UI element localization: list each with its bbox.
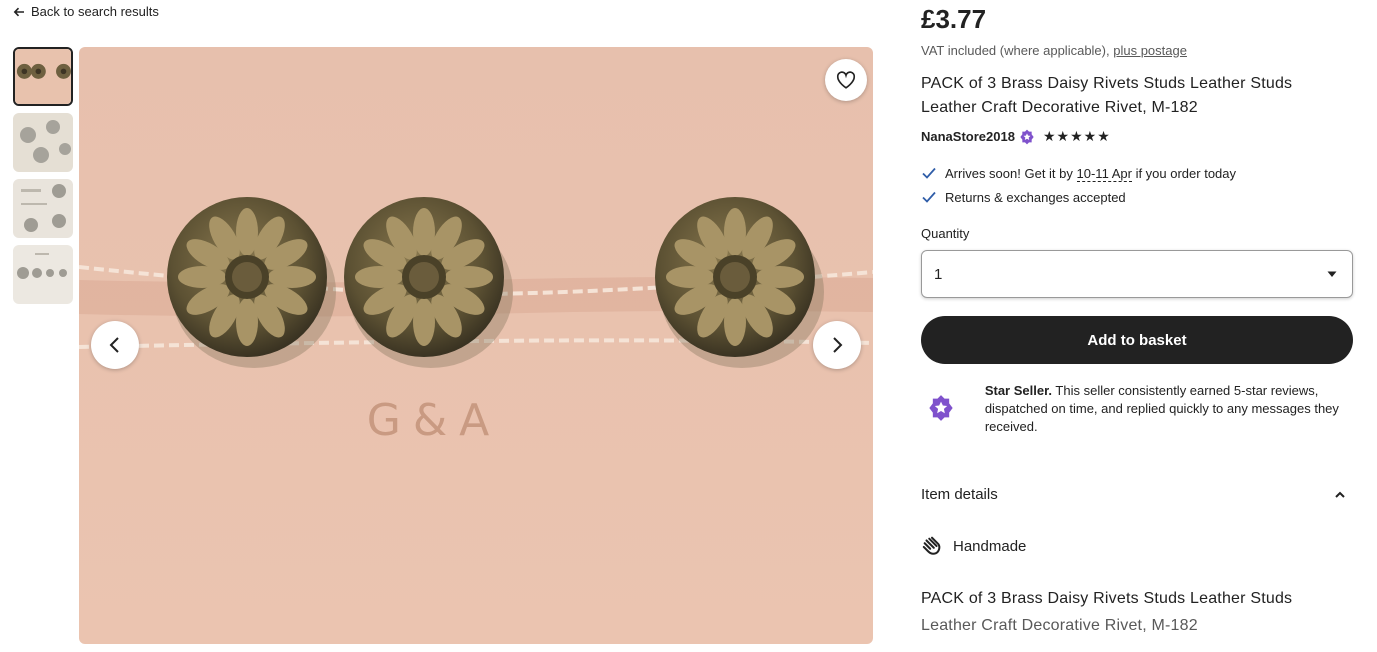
thumbnail-3[interactable] bbox=[13, 179, 73, 238]
vat-text: VAT included (where applicable), bbox=[921, 43, 1110, 58]
caret-down-icon bbox=[1327, 271, 1337, 277]
favourite-button[interactable] bbox=[825, 59, 867, 101]
thumbnail-2[interactable] bbox=[13, 113, 73, 172]
quantity-label: Quantity bbox=[921, 226, 970, 241]
shop-name-link[interactable]: NanaStore2018 bbox=[921, 129, 1015, 144]
vat-note: VAT included (where applicable), plus po… bbox=[921, 43, 1187, 58]
checkmark-icon bbox=[922, 191, 936, 203]
arrival-perk: Arrives soon! Get it by 10-11 Apr if you… bbox=[921, 165, 1237, 182]
product-title: PACK of 3 Brass Daisy Rivets Studs Leath… bbox=[921, 75, 1293, 116]
arrives-suffix: if you order today bbox=[1135, 165, 1237, 181]
star-seller-badge-icon bbox=[929, 395, 953, 421]
star-icon: ★ bbox=[1056, 128, 1070, 144]
thumbnail-4[interactable] bbox=[13, 245, 73, 304]
product-photo: G&A bbox=[79, 47, 873, 644]
thumbnail-image bbox=[15, 49, 71, 104]
shop-row: NanaStore2018 ★ ★ ★ ★ ★ bbox=[921, 128, 1110, 145]
handmade-label: Handmade bbox=[953, 537, 1027, 555]
checkmark-icon bbox=[922, 167, 936, 179]
thumbnail-image bbox=[13, 113, 73, 172]
thumbnail-list bbox=[13, 47, 73, 311]
chevron-right-icon bbox=[833, 337, 843, 353]
thumbnail-1[interactable] bbox=[13, 47, 73, 106]
arrives-date[interactable]: 10-11 Apr bbox=[1076, 165, 1132, 182]
star-icon: ★ bbox=[1083, 128, 1097, 144]
price: £3.77 bbox=[921, 4, 987, 34]
chevron-left-icon bbox=[109, 337, 119, 353]
arrow-left-icon bbox=[13, 7, 24, 16]
item-details-header: Item details bbox=[921, 486, 998, 503]
description-line-1: PACK of 3 Brass Daisy Rivets Studs Leath… bbox=[921, 590, 1293, 607]
star-seller-text: Star Seller. This seller consistently ea… bbox=[985, 382, 1353, 436]
previous-image-button[interactable] bbox=[91, 321, 139, 369]
returns-text: Returns & exchanges accepted bbox=[945, 189, 1126, 205]
star-seller-box: Star Seller. This seller consistently ea… bbox=[921, 382, 1353, 436]
star-icon: ★ bbox=[1042, 128, 1056, 144]
star-seller-title: Star Seller. bbox=[984, 383, 1053, 398]
star-icon: ★ bbox=[1097, 128, 1110, 144]
leather-stamp: G&A bbox=[367, 395, 502, 446]
chevron-up-icon bbox=[1335, 491, 1345, 498]
thumbnail-image bbox=[13, 245, 73, 304]
quantity-value: 1 bbox=[934, 265, 943, 283]
next-image-button[interactable] bbox=[813, 321, 861, 369]
star-icon: ★ bbox=[1070, 128, 1083, 144]
rating-stars[interactable]: ★ ★ ★ ★ ★ bbox=[1043, 128, 1110, 145]
thumbnail-image bbox=[13, 179, 73, 238]
back-link-label: Back to search results bbox=[31, 4, 159, 19]
item-details-toggle[interactable]: Item details bbox=[921, 486, 1353, 503]
returns-perk: Returns & exchanges accepted bbox=[921, 189, 1126, 205]
handmade-tag: Handmade bbox=[921, 535, 1026, 557]
hand-icon bbox=[922, 536, 941, 555]
description-line-2: Leather Craft Decorative Rivet, M-182 bbox=[921, 617, 1198, 634]
star-seller-badge-icon bbox=[1020, 129, 1034, 144]
back-to-search-link[interactable]: Back to search results bbox=[13, 4, 159, 19]
heart-icon bbox=[836, 71, 856, 89]
postage-link[interactable]: plus postage bbox=[1113, 43, 1187, 58]
item-description: PACK of 3 Brass Daisy Rivets Studs Leath… bbox=[921, 585, 1341, 639]
arrives-prefix: Arrives soon! Get it by bbox=[945, 165, 1073, 181]
add-to-basket-button[interactable]: Add to basket bbox=[921, 316, 1353, 364]
quantity-select[interactable]: 1 bbox=[921, 250, 1353, 298]
main-product-image: G&A bbox=[79, 47, 873, 644]
